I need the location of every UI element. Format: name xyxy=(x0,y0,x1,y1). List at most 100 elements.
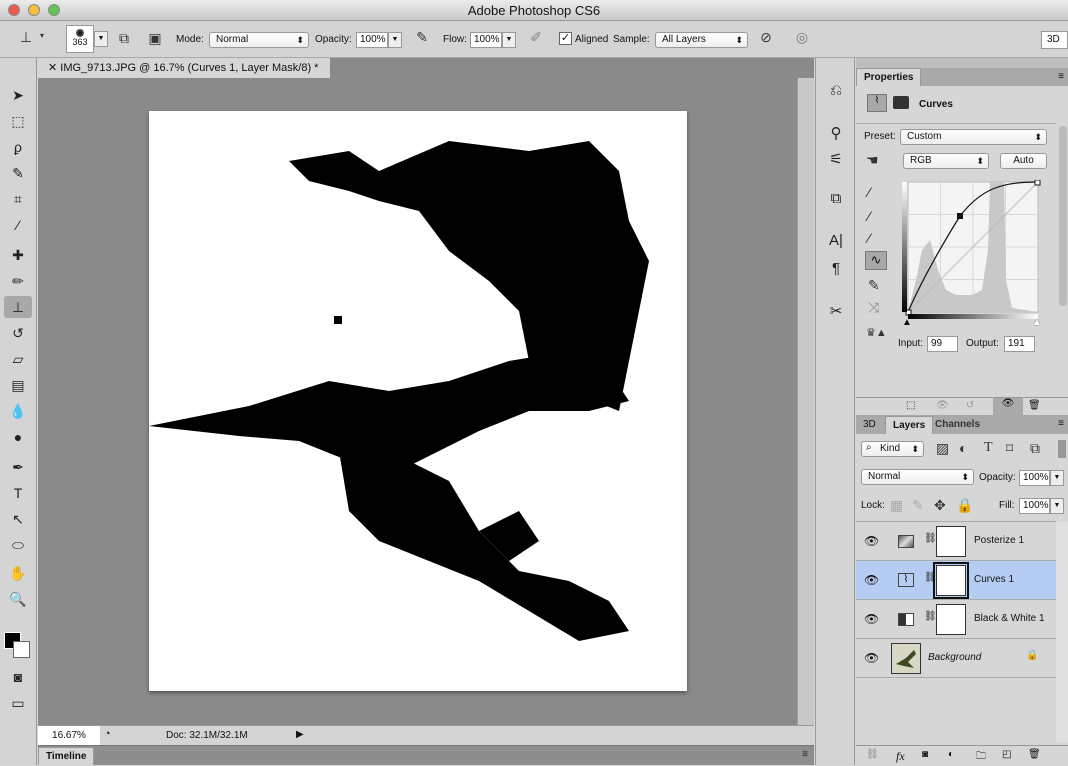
history-brush-tool-icon[interactable]: ↺ xyxy=(4,322,32,344)
ignore-adjustment-layers-icon[interactable]: ⊘ xyxy=(757,29,775,46)
white-point-eyedropper-icon[interactable]: ⁄ xyxy=(868,230,870,246)
filter-pixel-icon[interactable]: ▨ xyxy=(936,440,949,457)
targeted-adjustment-icon[interactable]: ☚ xyxy=(866,152,879,169)
marquee-tool-icon[interactable]: ⬚ xyxy=(4,110,32,132)
delete-layer-icon[interactable]: 🗑 xyxy=(1028,749,1041,760)
tab-layers[interactable]: Layers xyxy=(885,416,934,434)
eyedropper-tool-icon[interactable]: ⁄ xyxy=(4,214,32,236)
workspace-switcher[interactable]: 3D xyxy=(1041,31,1068,49)
filter-shape-icon[interactable]: ⌑ xyxy=(1006,440,1013,457)
input-field[interactable]: 99 xyxy=(927,336,958,352)
mode-select[interactable]: Normal xyxy=(209,32,309,48)
filter-adjustment-icon[interactable]: ◐ xyxy=(959,440,967,456)
zoom-level-field[interactable]: 16.67% xyxy=(38,726,100,745)
character-panel-icon[interactable]: A| xyxy=(824,232,848,254)
close-document-icon[interactable]: ✕ xyxy=(48,62,60,74)
airbrush-icon[interactable]: ✐ xyxy=(526,29,546,46)
filter-type-icon[interactable]: T xyxy=(984,440,993,456)
filter-toggle[interactable] xyxy=(1058,440,1066,458)
visibility-eye-icon[interactable]: 👁 xyxy=(864,651,879,665)
lock-transparent-icon[interactable]: ▦ xyxy=(890,497,903,514)
tab-channels[interactable]: Channels xyxy=(928,416,987,434)
brush-tool-icon[interactable]: ✏ xyxy=(4,270,32,292)
sample-select[interactable]: All Layers xyxy=(655,32,748,48)
screen-mode-icon[interactable]: ▭ xyxy=(4,692,32,714)
white-input-slider[interactable]: ▲ xyxy=(1032,317,1042,328)
lasso-tool-icon[interactable]: ϼ xyxy=(4,136,32,158)
add-mask-icon[interactable]: ◙ xyxy=(922,749,928,760)
delete-adjustment-icon[interactable]: 🗑 xyxy=(1028,400,1041,411)
vertical-scrollbar[interactable] xyxy=(797,78,814,725)
layer-opacity-input[interactable]: 100% xyxy=(1019,470,1050,486)
clone-stamp-tool-icon[interactable]: ⊥ xyxy=(14,29,38,46)
move-tool-icon[interactable]: ➤ xyxy=(4,84,32,106)
tool-preset-dropdown[interactable]: ▾ xyxy=(40,31,44,40)
lock-all-icon[interactable]: 🔒 xyxy=(956,497,973,514)
quick-selection-tool-icon[interactable]: ✎ xyxy=(4,162,32,184)
lock-image-icon[interactable]: ✎ xyxy=(912,497,924,514)
view-previous-state-icon[interactable]: 👁 xyxy=(936,400,949,411)
link-icon[interactable]: ⛓ xyxy=(924,611,937,622)
gradient-tool-icon[interactable]: ▤ xyxy=(4,374,32,396)
opacity-dropdown[interactable]: ▼ xyxy=(388,32,402,48)
visibility-eye-icon[interactable]: 👁 xyxy=(864,612,879,626)
clipping-warning-icon[interactable]: ♛▲ xyxy=(866,326,887,339)
brush-presets-icon[interactable]: ⚟ xyxy=(824,150,848,172)
panel-menu-icon[interactable]: ≡ xyxy=(1058,71,1064,82)
layer-opacity-dropdown[interactable]: ▼ xyxy=(1050,470,1064,486)
black-point-eyedropper-icon[interactable]: ⁄ xyxy=(868,184,870,200)
layer-row-black-white[interactable]: 👁 ⛓ Black & White 1 xyxy=(856,600,1056,639)
crop-tool-icon[interactable]: ⌗ xyxy=(4,188,32,210)
flow-input[interactable]: 100% xyxy=(470,32,502,48)
layer-row-background[interactable]: 👁 Background 🔒 xyxy=(856,639,1056,678)
history-panel-icon[interactable]: ⎌ xyxy=(824,82,848,104)
layer-style-fx-icon[interactable]: fx xyxy=(896,749,905,764)
minimize-window-button[interactable] xyxy=(28,4,40,16)
link-icon[interactable]: ⛓ xyxy=(924,572,937,583)
preset-select[interactable]: Custom xyxy=(900,129,1047,145)
new-adjustment-layer-icon[interactable]: ◐ xyxy=(948,749,954,760)
auto-button[interactable]: Auto xyxy=(1000,153,1047,169)
layer-mask-thumbnail[interactable] xyxy=(936,604,966,635)
tab-timeline[interactable]: Timeline xyxy=(38,747,95,765)
filter-smart-object-icon[interactable]: ⧉ xyxy=(1030,440,1040,457)
blend-mode-select[interactable]: Normal xyxy=(861,469,974,485)
ellipse-tool-icon[interactable]: ⬭ xyxy=(4,534,32,556)
quick-mask-icon[interactable]: ◙ xyxy=(4,666,32,688)
lock-position-icon[interactable]: ✥ xyxy=(934,497,946,514)
clone-stamp-tool-icon[interactable]: ⊥ xyxy=(4,296,32,318)
fill-dropdown[interactable]: ▼ xyxy=(1050,498,1064,514)
black-input-slider[interactable]: ▲ xyxy=(902,317,912,328)
properties-scrollbar[interactable] xyxy=(1059,126,1067,306)
pressure-opacity-icon[interactable]: ✎ xyxy=(412,29,432,46)
healing-brush-tool-icon[interactable]: ✚ xyxy=(4,244,32,266)
zoom-window-button[interactable] xyxy=(48,4,60,16)
status-menu-arrow-icon[interactable]: ▶ xyxy=(296,729,304,740)
layer-mask-thumbnail[interactable] xyxy=(936,526,966,557)
curves-adjustment-icon[interactable]: ⌇ xyxy=(867,94,887,112)
blur-tool-icon[interactable]: 💧 xyxy=(4,400,32,422)
panel-menu-icon[interactable]: ≡ xyxy=(1058,418,1064,429)
background-color-swatch[interactable] xyxy=(13,641,30,658)
clone-source-icon[interactable]: ⧉ xyxy=(824,190,848,212)
brush-dropdown[interactable]: ▼ xyxy=(94,31,108,47)
clip-to-layer-icon[interactable]: ⬚ xyxy=(906,400,915,411)
panel-menu-icon[interactable]: ≡ xyxy=(802,749,808,760)
brush-picker[interactable]: 363 xyxy=(66,25,94,53)
path-selection-tool-icon[interactable]: ↖ xyxy=(4,508,32,530)
clone-source-panel-icon[interactable]: ⧉ xyxy=(114,30,134,47)
paragraph-panel-icon[interactable]: ¶ xyxy=(824,260,848,282)
reset-icon[interactable]: ↺ xyxy=(966,400,974,411)
toggle-visibility-icon[interactable]: 👁 xyxy=(993,398,1023,416)
layers-scrollbar[interactable] xyxy=(1056,522,1068,742)
pressure-size-icon[interactable]: ◎ xyxy=(792,29,812,46)
layer-mask-thumbnail[interactable] xyxy=(933,562,969,599)
eraser-tool-icon[interactable]: ▱ xyxy=(4,348,32,370)
aligned-checkbox[interactable]: ✓ xyxy=(559,32,572,45)
flow-dropdown[interactable]: ▼ xyxy=(502,32,516,48)
opacity-input[interactable]: 100% xyxy=(356,32,388,48)
new-group-icon[interactable]: 🗀 xyxy=(976,749,986,766)
pen-tool-icon[interactable]: ✒ xyxy=(4,456,32,478)
dodge-tool-icon[interactable]: ● xyxy=(4,426,32,448)
tool-presets-icon[interactable]: ✂ xyxy=(824,302,848,324)
